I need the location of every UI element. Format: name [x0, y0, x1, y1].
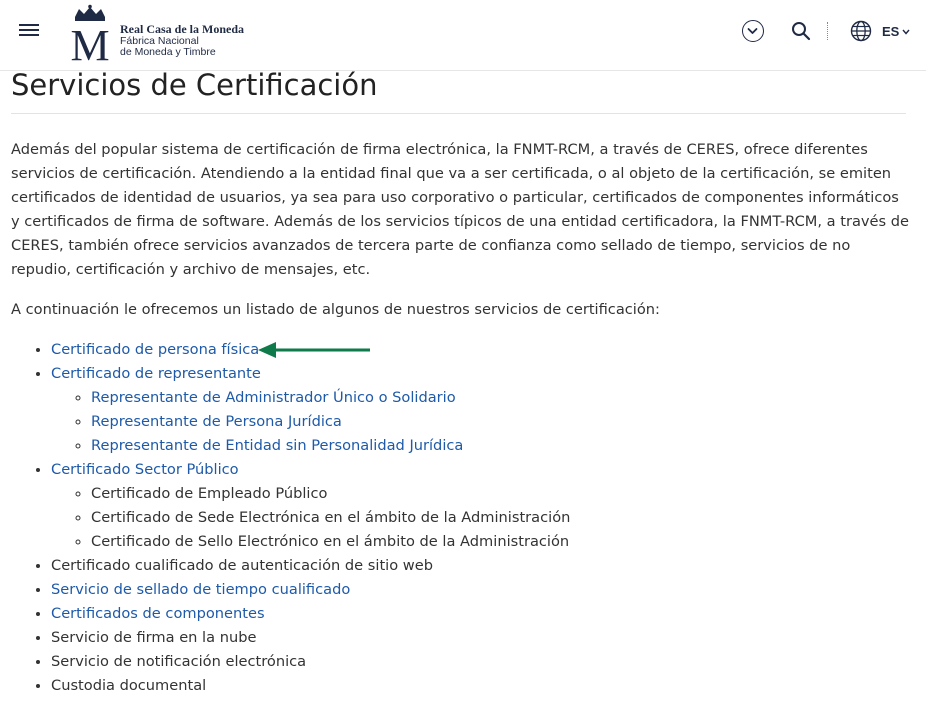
- list-item-empleado-publico: Certificado de Empleado Público: [91, 482, 570, 506]
- list-item-sede-electronica: Certificado de Sede Electrónica en el ám…: [91, 506, 570, 530]
- link-componentes[interactable]: Certificados de componentes: [51, 605, 265, 622]
- list-item: Certificado Sector Público Certificado d…: [51, 458, 570, 554]
- brand-subtitle-line2: de Moneda y Timbre: [120, 46, 216, 58]
- link-persona-fisica[interactable]: Certificado de persona física: [51, 341, 259, 358]
- representante-sublist: Representante de Administrador Único o S…: [51, 386, 570, 458]
- search-icon[interactable]: [791, 21, 811, 41]
- link-rep-entidad[interactable]: Representante de Entidad sin Personalida…: [91, 437, 463, 454]
- services-list: Certificado de persona física Certificad…: [11, 338, 570, 698]
- site-header: M Real Casa de la Moneda Fábrica Naciona…: [0, 0, 926, 71]
- lead-paragraph: A continuación le ofrecemos un listado d…: [11, 301, 660, 318]
- intro-paragraph: Además del popular sistema de certificac…: [11, 141, 910, 278]
- list-item: Representante de Entidad sin Personalida…: [91, 434, 570, 458]
- link-sellado-tiempo[interactable]: Servicio de sellado de tiempo cualificad…: [51, 581, 350, 598]
- chevron-down-icon: [902, 29, 910, 35]
- green-arrow-icon: [258, 342, 370, 358]
- hamburger-menu-icon[interactable]: [19, 24, 39, 40]
- brand-block[interactable]: Real Casa de la Moneda Fábrica Nacional …: [120, 22, 244, 59]
- link-representante[interactable]: Certificado de representante: [51, 365, 261, 382]
- language-selector[interactable]: ES: [882, 24, 910, 39]
- header-divider: [827, 22, 828, 40]
- list-item-custodia: Custodia documental: [51, 674, 570, 698]
- language-code: ES: [882, 24, 900, 39]
- list-item-notificacion: Servicio de notificación electrónica: [51, 650, 570, 674]
- link-rep-persona-juridica[interactable]: Representante de Persona Jurídica: [91, 413, 342, 430]
- list-item: Representante de Administrador Único o S…: [91, 386, 570, 410]
- chevron-down-circle-icon[interactable]: [742, 20, 764, 42]
- link-sector-publico[interactable]: Certificado Sector Público: [51, 461, 239, 478]
- list-item: Representante de Persona Jurídica: [91, 410, 570, 434]
- royal-mint-logo[interactable]: M: [66, 4, 114, 62]
- brand-title: Real Casa de la Moneda: [120, 22, 244, 36]
- list-item: Certificados de componentes: [51, 602, 570, 626]
- svg-text:M: M: [70, 21, 109, 62]
- list-item-sitio-web: Certificado cualificado de autenticación…: [51, 554, 570, 578]
- list-item: Servicio de sellado de tiempo cualificad…: [51, 578, 570, 602]
- list-item-firma-nube: Servicio de firma en la nube: [51, 626, 570, 650]
- list-item: Certificado de representante Representan…: [51, 362, 570, 458]
- page-title: Servicios de Certificación: [11, 68, 906, 114]
- list-item-sello-electronico: Certificado de Sello Electrónico en el á…: [91, 530, 570, 554]
- link-rep-administrador[interactable]: Representante de Administrador Único o S…: [91, 389, 456, 406]
- sector-publico-sublist: Certificado de Empleado Público Certific…: [51, 482, 570, 554]
- globe-icon[interactable]: [850, 20, 872, 42]
